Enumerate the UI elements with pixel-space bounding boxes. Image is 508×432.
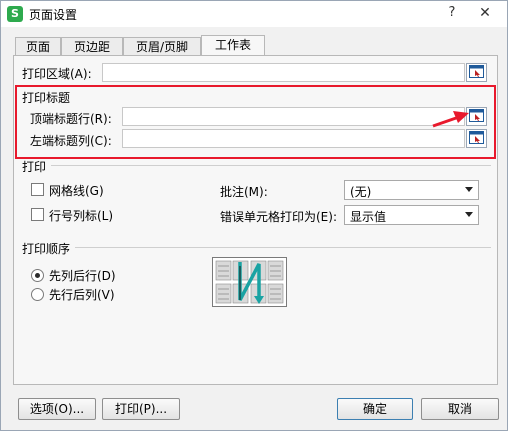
page-order-heading: 打印顺序 bbox=[22, 242, 71, 256]
print-heading: 打印 bbox=[22, 160, 47, 174]
cancel-button[interactable]: 取消 bbox=[421, 398, 499, 420]
errors-select-value: 显示值 bbox=[350, 210, 387, 224]
close-icon[interactable]: ✕ bbox=[471, 3, 499, 23]
print-button[interactable]: 打印(P)... bbox=[102, 398, 180, 420]
errors-label: 错误单元格打印为(E): bbox=[220, 210, 337, 224]
ok-button[interactable]: 确定 bbox=[337, 398, 413, 420]
dropdown-arrow-icon bbox=[465, 212, 473, 217]
help-icon[interactable]: ? bbox=[439, 3, 465, 23]
title-bar: S 页面设置 ? ✕ bbox=[1, 1, 507, 27]
comments-select-value: (无) bbox=[350, 185, 372, 199]
row-col-headers-label: 行号列标(L) bbox=[49, 209, 114, 223]
print-divider bbox=[51, 165, 491, 166]
page-order-divider bbox=[75, 247, 491, 248]
gridlines-label: 网格线(G) bbox=[49, 184, 104, 198]
down-then-over-radio[interactable] bbox=[31, 269, 44, 282]
tab-header-footer[interactable]: 页眉/页脚 bbox=[123, 37, 201, 56]
comments-label: 批注(M): bbox=[220, 185, 268, 199]
errors-select[interactable]: 显示值 bbox=[344, 205, 479, 225]
print-area-picker-button[interactable] bbox=[466, 63, 487, 82]
window-title: 页面设置 bbox=[29, 8, 78, 22]
app-icon: S bbox=[7, 6, 23, 22]
print-titles-highlight-box bbox=[15, 85, 496, 159]
range-picker-icon bbox=[469, 65, 484, 78]
print-area-input[interactable] bbox=[102, 63, 465, 82]
down-then-over-label: 先列后行(D) bbox=[49, 269, 116, 283]
options-button[interactable]: 选项(O)... bbox=[18, 398, 96, 420]
over-then-down-label: 先行后列(V) bbox=[49, 288, 115, 302]
over-then-down-radio[interactable] bbox=[31, 288, 44, 301]
tab-sheet[interactable]: 工作表 bbox=[201, 35, 265, 57]
row-col-headers-checkbox[interactable] bbox=[31, 208, 44, 221]
tab-margins[interactable]: 页边距 bbox=[61, 37, 123, 56]
page-setup-dialog: S 页面设置 ? ✕ 页面 页边距 页眉/页脚 工作表 打印区域(A): 打印标… bbox=[0, 0, 508, 431]
comments-select[interactable]: (无) bbox=[344, 180, 479, 200]
print-area-label: 打印区域(A): bbox=[22, 67, 92, 81]
gridlines-checkbox[interactable] bbox=[31, 183, 44, 196]
tab-page[interactable]: 页面 bbox=[15, 37, 61, 56]
page-order-preview-icon bbox=[212, 257, 287, 307]
dropdown-arrow-icon bbox=[465, 187, 473, 192]
